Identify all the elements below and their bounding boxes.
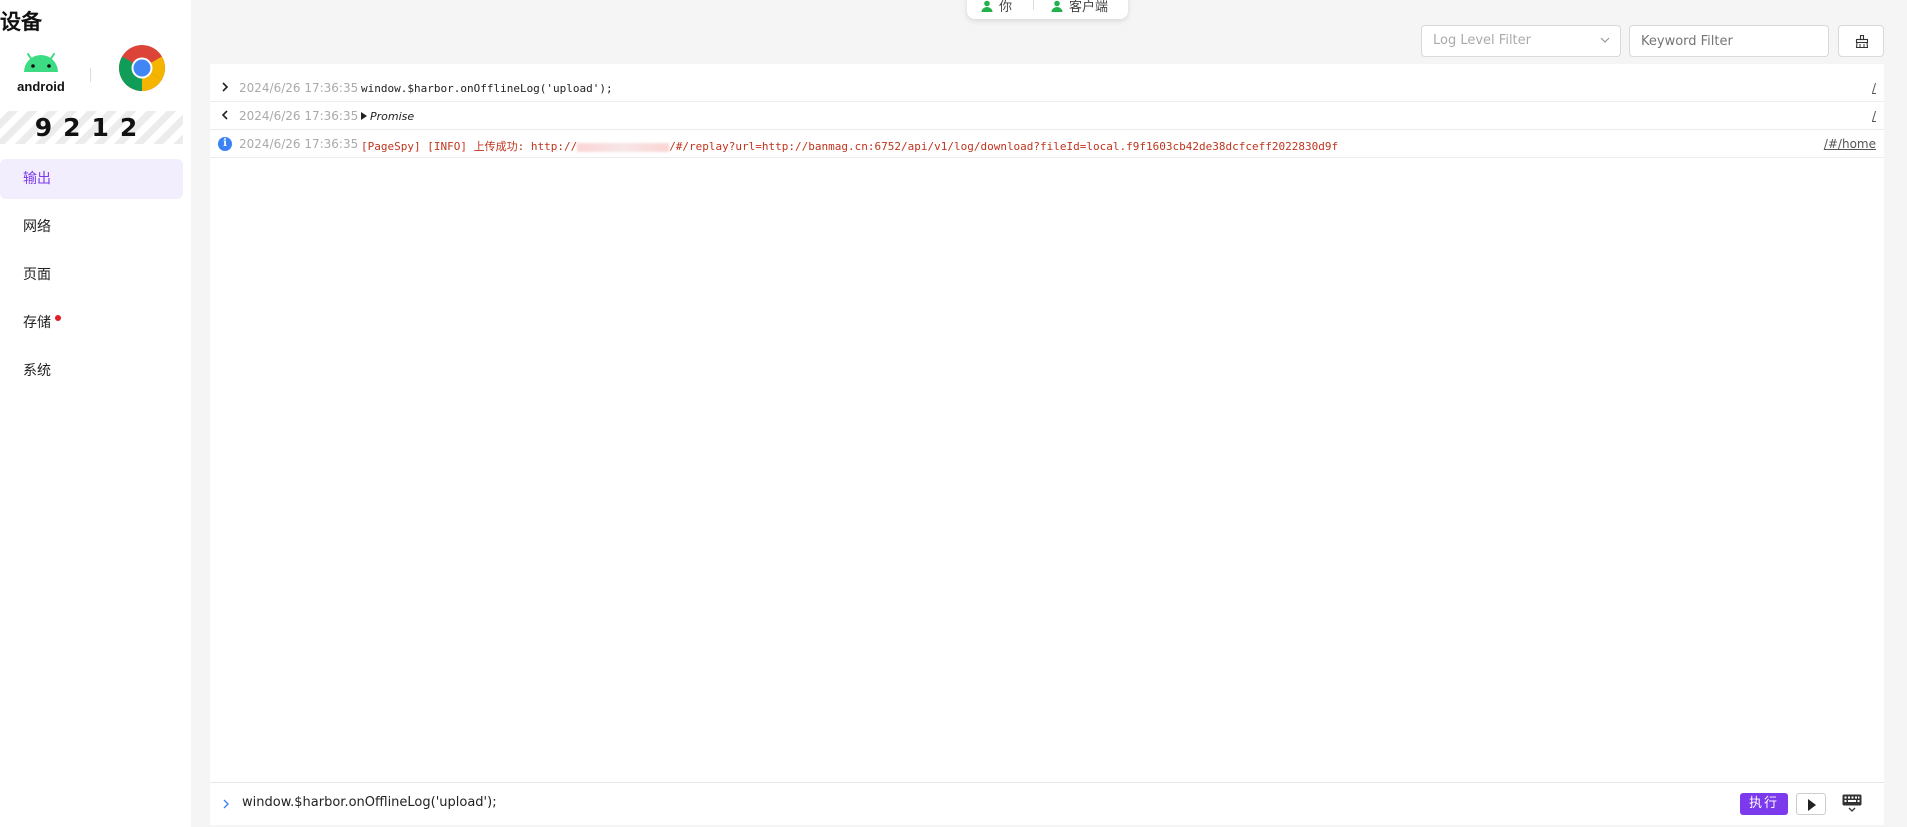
log-source-link[interactable]: / [1872, 81, 1876, 95]
sidebar-item-label: 存储 [23, 315, 51, 331]
log-message: [PageSpy] [INFO] 上传成功: http:// /#/replay?… [361, 138, 1338, 154]
broom-icon [1855, 35, 1869, 48]
log-timestamp: 2024/6/26 17:36:35 [239, 109, 359, 123]
sidebar-item-label: 页面 [23, 267, 51, 283]
sidebar: 设备 android 9212 输出 网络 页面 存储 系统 [0, 0, 191, 827]
log-message-suffix: /#/replay?url=http://banmag.cn:6752/api/… [669, 140, 1339, 153]
execute-button[interactable]: 执行 [1740, 793, 1788, 815]
android-icon: android [16, 48, 66, 94]
code-editor[interactable]: window.$harbor.onOfflineLog('upload'); [242, 795, 497, 810]
promise-expander[interactable]: Promise [361, 110, 414, 123]
pill-client-label: 客户端 [1069, 0, 1109, 15]
expand-triangle-icon [361, 112, 367, 120]
pill-client: 客户端 [1051, 0, 1108, 15]
notification-dot [55, 315, 61, 321]
info-icon: i [218, 137, 232, 151]
sidebar-item-console[interactable]: 输出 [0, 159, 183, 199]
log-row-input: 2024/6/26 17:36:35 window.$harbor.onOffl… [210, 74, 1884, 102]
prompt-chevron-icon [223, 799, 229, 809]
sidebar-item-page[interactable]: 页面 [0, 255, 183, 295]
log-source-link[interactable]: / [1872, 109, 1876, 123]
log-message: window.$harbor.onOfflineLog('upload'); [361, 82, 613, 95]
sidebar-nav: 输出 网络 页面 存储 系统 [0, 159, 191, 399]
log-row-info: i 2024/6/26 17:36:35 [PageSpy] [INFO] 上传… [210, 130, 1884, 158]
connection-pill: 你 客户端 [967, 0, 1128, 19]
log-row-output: 2024/6/26 17:36:35 Promise / [210, 102, 1884, 130]
keyboard-icon[interactable] [1842, 794, 1862, 812]
sidebar-item-system[interactable]: 系统 [0, 351, 183, 391]
device-code-box: 9212 [0, 111, 183, 144]
clear-console-button[interactable] [1838, 25, 1884, 57]
redacted-host [577, 142, 670, 152]
log-timestamp: 2024/6/26 17:36:35 [239, 81, 359, 95]
device-info: android [0, 44, 191, 94]
log-level-placeholder: Log Level Filter [1433, 33, 1531, 48]
code-input-bar: window.$harbor.onOfflineLog('upload'); 执… [210, 782, 1884, 825]
pill-you: 你 [981, 0, 1012, 15]
log-source-link[interactable]: /#/home [1824, 137, 1876, 151]
device-code: 9212 [34, 113, 149, 142]
sidebar-item-label: 输出 [23, 171, 51, 187]
sidebar-item-label: 系统 [23, 363, 51, 379]
run-button[interactable] [1796, 793, 1826, 815]
chrome-icon [118, 44, 166, 92]
chevron-left-icon [221, 110, 228, 120]
pill-you-label: 你 [999, 0, 1013, 15]
log-timestamp: 2024/6/26 17:36:35 [239, 137, 359, 151]
android-label: android [17, 79, 65, 94]
device-divider [90, 68, 91, 82]
user-icon [1051, 0, 1063, 12]
chevron-right-icon [222, 82, 229, 92]
user-icon [981, 0, 993, 12]
sidebar-item-storage[interactable]: 存储 [0, 303, 183, 343]
chevron-down-icon [1600, 37, 1610, 43]
keyword-filter-input[interactable] [1629, 25, 1829, 57]
sidebar-item-label: 网络 [23, 219, 51, 235]
pill-divider [1033, 0, 1034, 10]
play-icon [1808, 799, 1816, 811]
log-message: Promise [370, 110, 415, 123]
sidebar-title: 设备 [0, 10, 42, 34]
log-level-filter[interactable]: Log Level Filter [1421, 25, 1621, 57]
sidebar-item-network[interactable]: 网络 [0, 207, 183, 247]
log-message-prefix: [PageSpy] [INFO] 上传成功: http:// [361, 140, 578, 153]
console-panel: 2024/6/26 17:36:35 window.$harbor.onOffl… [210, 64, 1884, 782]
